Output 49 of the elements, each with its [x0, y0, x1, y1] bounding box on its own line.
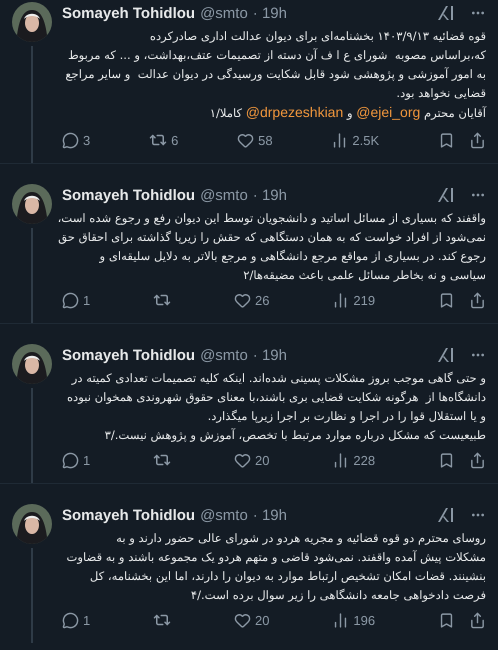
share-icon[interactable]: [468, 452, 486, 468]
reply-button[interactable]: 1: [62, 452, 90, 468]
slashes-icon[interactable]: [437, 347, 455, 363]
post-time[interactable]: · 19h: [252, 4, 287, 22]
post-time[interactable]: · 19h: [252, 186, 287, 204]
author-handle[interactable]: @smto: [200, 186, 248, 204]
slashes-icon[interactable]: [437, 5, 455, 21]
like-button[interactable]: 26: [234, 292, 270, 308]
post-text: روسای محترم دو قوه قضائیه و مجریه هردو در شورای عالی حضور دارند و به مشکلات پیش آمده واقفند. نمی‌شود قاضی و متهم هردو یک مجموعه باشند و به قضاوت بنشینند. قضات امکان تشخیص ارتباط موارد به دیوان را دارند، اما این بخشنامه، کل فرصت دادخواهی جامعه دانشگاهی را زیر سوال برده است./۴: [65, 530, 486, 604]
heart-icon: [234, 452, 252, 468]
reply-button[interactable]: 1: [62, 612, 90, 628]
mention-link[interactable]: @drpezeshkian: [246, 104, 344, 120]
heart-icon: [234, 292, 252, 308]
post-time[interactable]: · 19h: [252, 506, 287, 524]
slashes-icon[interactable]: [437, 507, 455, 523]
post-text: و حتی گاهی موجب بروز مشکلات پسینی شده‌اند. اینکه کلیه تصمیمات تعدادی کمیته در دانشگاه‌ها از هرگونه شکایت قضایی بری باشند،با معنای حقوق شهروندی همخوان نبوده و یا استقلال قوا را در اجرا و نظارت بر اجرا زیرپا میگذارد. طبیعیست که مشکل درباره موارد مرتبط با تخصص، آموزش و پژوهش نیست./۳: [66, 370, 486, 444]
post-time[interactable]: · 19h: [252, 346, 287, 364]
author-name[interactable]: Somayeh Tohidlou: [62, 346, 196, 364]
views-button[interactable]: 228: [332, 452, 376, 468]
author-handle[interactable]: @smto: [200, 4, 248, 22]
author-name[interactable]: Somayeh Tohidlou: [62, 186, 196, 204]
share-icon[interactable]: [469, 132, 486, 148]
avatar: [12, 344, 52, 384]
author-name[interactable]: Somayeh Tohidlou: [62, 4, 196, 22]
comment-icon: [62, 132, 79, 148]
views-button[interactable]: 2.5K: [331, 132, 380, 148]
avatar: [12, 184, 52, 224]
author-name[interactable]: Somayeh Tohidlou: [62, 506, 196, 524]
like-button[interactable]: 58: [237, 132, 273, 148]
like-button[interactable]: 20: [234, 452, 270, 468]
author-handle[interactable]: @smto: [200, 346, 248, 364]
views-button[interactable]: 219: [332, 292, 376, 308]
comment-icon: [62, 292, 79, 308]
comment-icon: [62, 612, 79, 628]
views-button[interactable]: 196: [332, 612, 376, 628]
heart-icon: [234, 612, 252, 628]
bookmark-icon[interactable]: [438, 132, 455, 148]
author-handle[interactable]: @smto: [200, 506, 248, 524]
comment-icon: [62, 452, 79, 468]
share-icon[interactable]: [468, 292, 486, 308]
reply-button[interactable]: 1: [62, 292, 90, 308]
share-icon[interactable]: [468, 612, 486, 628]
heart-icon: [237, 132, 254, 148]
like-button[interactable]: 20: [234, 612, 270, 628]
repost-button[interactable]: 6: [149, 131, 178, 149]
reply-button[interactable]: 3: [62, 132, 90, 148]
slashes-icon[interactable]: [437, 187, 455, 203]
avatar: [12, 504, 52, 544]
mention-link[interactable]: @ejei_org: [356, 104, 420, 120]
